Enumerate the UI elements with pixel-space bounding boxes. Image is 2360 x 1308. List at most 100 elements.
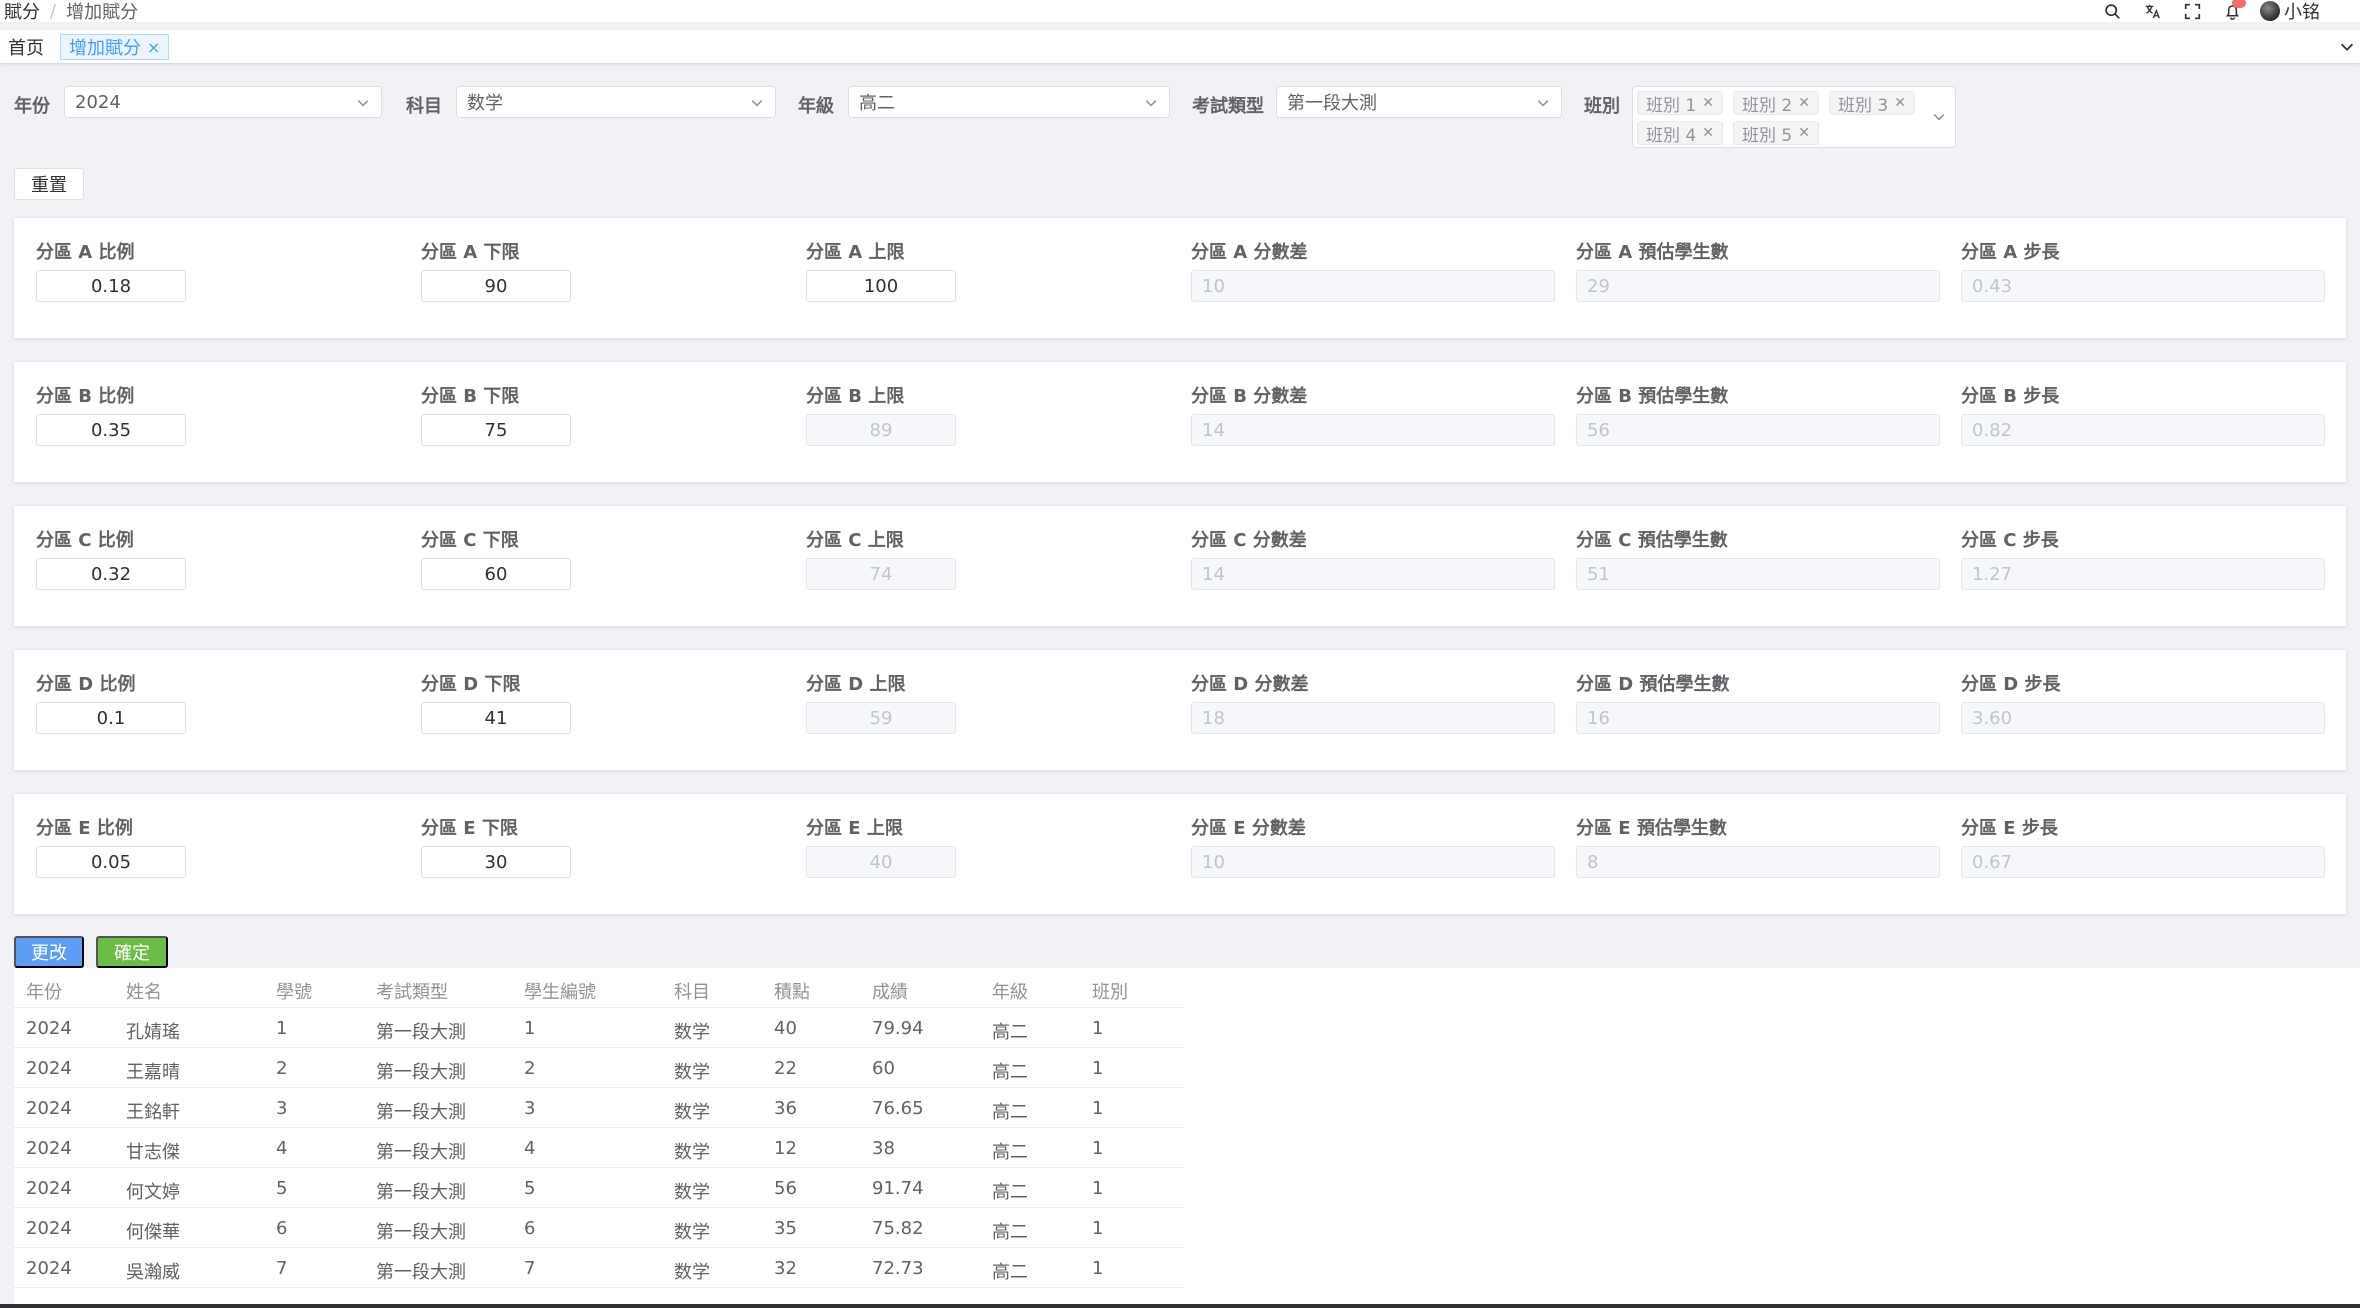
reset-button[interactable]: 重置 <box>14 168 84 200</box>
table-row[interactable]: 2024 吳瀚威 7 第一段大測 7 数学 32 72.73 高二 1 <box>14 1248 1184 1288</box>
chip-close-icon[interactable]: ✕ <box>1798 95 1810 111</box>
partition-field-label: 分區 B 分數差 <box>1191 386 1308 407</box>
class-chip: 班別 3 ✕ <box>1829 91 1915 116</box>
table-cell: 2024 <box>26 1098 72 1119</box>
partition-field-input[interactable]: 41 <box>421 702 571 734</box>
partition-field-input[interactable]: 0.32 <box>36 558 186 590</box>
class-chip: 班別 4 ✕ <box>1637 121 1723 146</box>
table-row[interactable]: 2024 何傑華 6 第一段大測 6 数学 35 75.82 高二 1 <box>14 1208 1184 1248</box>
chip-close-icon[interactable]: ✕ <box>1798 125 1810 141</box>
tags-view: 首页 增加賦分 × <box>0 30 2360 64</box>
table-cell: 79.94 <box>872 1018 924 1039</box>
table-header-cell[interactable]: 學生編號 <box>524 978 596 1004</box>
table-header-cell[interactable]: 科目 <box>674 978 710 1004</box>
grade-label: 年級 <box>798 96 834 117</box>
table-header-cell[interactable]: 班別 <box>1092 978 1128 1004</box>
tag-add-scoring[interactable]: 增加賦分 × <box>60 34 170 60</box>
table-row[interactable]: 2024 孔婧瑤 1 第一段大測 1 数学 40 79.94 高二 1 <box>14 1008 1184 1048</box>
table-cell: 56 <box>774 1178 797 1199</box>
partition-field-label: 分區 E 分數差 <box>1191 818 1306 839</box>
breadcrumb-current: 增加賦分 <box>66 2 139 23</box>
partition-field-input[interactable]: 30 <box>421 846 571 878</box>
class-chip-label: 班別 4 <box>1646 125 1697 146</box>
partition-field-input[interactable]: 75 <box>421 414 571 446</box>
table-cell: 数学 <box>674 1102 710 1123</box>
table-cell: 第一段大測 <box>376 1222 466 1243</box>
partition-field-input[interactable]: 0.1 <box>36 702 186 734</box>
tag-add-scoring-label: 增加賦分 <box>69 38 141 59</box>
partition-field-label: 分區 E 下限 <box>421 818 518 839</box>
table-header-cell[interactable]: 姓名 <box>126 978 162 1004</box>
table-cell: 1 <box>1092 1218 1104 1239</box>
bell-icon[interactable] <box>2212 0 2252 22</box>
table-cell: 1 <box>1092 1058 1104 1079</box>
table-cell: 4 <box>276 1138 288 1159</box>
table-header-cell[interactable]: 考試類型 <box>376 978 448 1004</box>
grade-select[interactable]: 高二 <box>848 86 1170 118</box>
table-cell: 高二 <box>992 1142 1028 1163</box>
exam-type-label: 考試類型 <box>1192 96 1264 117</box>
chip-close-icon[interactable]: ✕ <box>1702 125 1714 141</box>
search-icon[interactable] <box>2092 0 2132 22</box>
table-row[interactable]: 2024 王嘉晴 2 第一段大測 2 数学 22 60 高二 1 <box>14 1048 1184 1088</box>
exam-type-select[interactable]: 第一段大測 <box>1276 86 1562 118</box>
table-cell: 2024 <box>26 1218 72 1239</box>
table-cell: 高二 <box>992 1062 1028 1083</box>
table-header-cell[interactable]: 成績 <box>872 978 908 1004</box>
subject-select[interactable]: 数学 <box>456 86 776 118</box>
chevron-down-icon <box>751 100 763 107</box>
close-icon[interactable]: × <box>147 38 160 57</box>
year-select[interactable]: 2024 <box>64 86 382 118</box>
table-cell: 王銘軒 <box>126 1102 180 1123</box>
partition-field: 分區 E 步長 0.67 <box>1961 814 2325 878</box>
chip-close-icon[interactable]: ✕ <box>1702 95 1714 111</box>
table-header-cell[interactable]: 年級 <box>992 978 1028 1004</box>
table-row[interactable]: 2024 甘志傑 4 第一段大測 4 数学 12 38 高二 1 <box>14 1128 1184 1168</box>
partition-field-input: 74 <box>806 558 956 590</box>
chevron-down-icon <box>1933 114 1945 121</box>
partition-field-input[interactable]: 90 <box>421 270 571 302</box>
partition-field: 分區 C 分數差 14 <box>1191 526 1555 590</box>
class-chip: 班別 1 ✕ <box>1637 91 1723 116</box>
table-cell: 38 <box>872 1138 895 1159</box>
table-header-cell[interactable]: 年份 <box>26 978 62 1004</box>
table-cell: 何文婷 <box>126 1182 180 1203</box>
table-cell: 72.73 <box>872 1258 924 1279</box>
table-cell: 36 <box>774 1098 797 1119</box>
chevron-down-icon[interactable] <box>2338 38 2356 56</box>
partition-field-input: 3.60 <box>1961 702 2325 734</box>
table-header-cell[interactable]: 積點 <box>774 978 810 1004</box>
partition-field-input[interactable]: 0.18 <box>36 270 186 302</box>
partition-field-label: 分區 A 步長 <box>1961 242 2060 263</box>
user-menu[interactable]: 小铭 <box>2260 0 2360 24</box>
table-header-row: 年份 姓名 學號 考試類型 學生編號 科目 積點 成績 年級 班別 <box>14 968 1184 1008</box>
partition-field-input[interactable]: 60 <box>421 558 571 590</box>
partition-field: 分區 C 下限 60 <box>421 526 571 590</box>
partition-field: 分區 C 上限 74 <box>806 526 956 590</box>
partition-field-input[interactable]: 0.05 <box>36 846 186 878</box>
partition-field: 分區 A 預估學生數 29 <box>1576 238 1940 302</box>
partition-field: 分區 B 分數差 14 <box>1191 382 1555 446</box>
table-cell: 2 <box>276 1058 288 1079</box>
fullscreen-icon[interactable] <box>2172 0 2212 22</box>
partition-field: 分區 D 上限 59 <box>806 670 956 734</box>
table-cell: 12 <box>774 1138 797 1159</box>
table-row[interactable]: 2024 何文婷 5 第一段大測 5 数学 56 91.74 高二 1 <box>14 1168 1184 1208</box>
student-table: 年份 姓名 學號 考試類型 學生編號 科目 積點 成績 年級 班別 2024 孔婧瑤 1 第一段大測 1 数学… <box>14 968 1184 1288</box>
modify-button[interactable]: 更改 <box>14 936 84 968</box>
tag-home[interactable]: 首页 <box>0 34 52 60</box>
partition-field-input[interactable]: 0.35 <box>36 414 186 446</box>
class-multi-select[interactable]: 班別 1 ✕ 班別 2 ✕ 班別 3 ✕ 班別 4 ✕ 班別 5 ✕ <box>1632 86 1956 148</box>
table-header-cell[interactable]: 學號 <box>276 978 312 1004</box>
table-cell: 第一段大測 <box>376 1022 466 1043</box>
table-cell: 5 <box>524 1178 536 1199</box>
partition-field-input[interactable]: 100 <box>806 270 956 302</box>
partition-field-label: 分區 A 上限 <box>806 242 905 263</box>
class-chip-label: 班別 3 <box>1838 95 1889 116</box>
table-row[interactable]: 2024 王銘軒 3 第一段大測 3 数学 36 76.65 高二 1 <box>14 1088 1184 1128</box>
partition-field: 分區 B 下限 75 <box>421 382 571 446</box>
chip-close-icon[interactable]: ✕ <box>1894 95 1906 111</box>
breadcrumb-root[interactable]: 賦分 <box>4 0 40 24</box>
confirm-button[interactable]: 確定 <box>96 936 168 968</box>
translate-icon[interactable] <box>2132 0 2172 22</box>
